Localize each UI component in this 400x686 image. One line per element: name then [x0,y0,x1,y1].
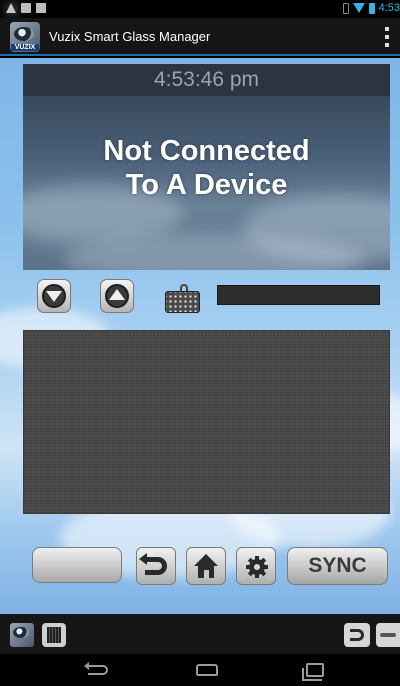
clock-text: 4:53:46 pm [153,68,260,91]
undo-icon [139,553,167,575]
vibrate-icon [342,2,349,14]
scroll-down-button[interactable] [37,279,71,313]
back-icon[interactable] [84,662,108,675]
action-bar: VUZIX Vuzix Smart Glass Manager [0,18,400,56]
arrow-down-circle-icon [42,284,66,308]
recent-apps-icon[interactable] [302,663,324,681]
overflow-menu-icon[interactable] [384,27,390,47]
sd-card-icon [36,3,46,13]
status-time: 4:53 [378,2,400,14]
home-icon[interactable] [196,664,218,676]
system-nav-bar [0,654,400,686]
blank-button[interactable] [32,547,122,583]
undo-button[interactable] [136,547,176,585]
wifi-icon [352,3,365,13]
gear-icon [246,556,268,578]
home-button[interactable] [186,547,226,585]
chip-icon[interactable] [42,623,66,647]
keyboard-button[interactable] [164,283,201,317]
app-title: Vuzix Smart Glass Manager [49,29,211,44]
clock-bar: 4:53:46 pm [23,64,390,96]
settings-button[interactable] [236,547,276,585]
cloud-icon [6,5,18,13]
glass-display-panel: 4:53:46 pm Not Connected To A Device [23,64,390,270]
undo-icon[interactable] [344,623,370,647]
swipe-icon[interactable] [376,623,400,647]
status-bar: 4:53 [0,0,400,18]
main-content: 4:53:46 pm Not Connected To A Device SYN… [0,58,400,614]
connection-status-message: Not Connected To A Device [103,135,310,201]
sync-button[interactable]: SYNC [287,547,388,585]
battery-icon [368,2,375,14]
eye-icon [14,27,34,41]
output-panel [23,330,390,514]
home-icon [194,554,218,578]
scroll-up-button[interactable] [100,279,134,313]
arrow-up-circle-icon [105,284,129,308]
vuzix-logo-icon[interactable]: VUZIX [10,22,40,52]
mail-icon [21,3,31,13]
keyboard-icon [165,291,200,313]
vuzix-logo-icon[interactable] [10,623,34,647]
text-input[interactable] [217,285,380,305]
bottom-app-bar [0,614,400,654]
logo-brand: VUZIX [11,44,39,51]
